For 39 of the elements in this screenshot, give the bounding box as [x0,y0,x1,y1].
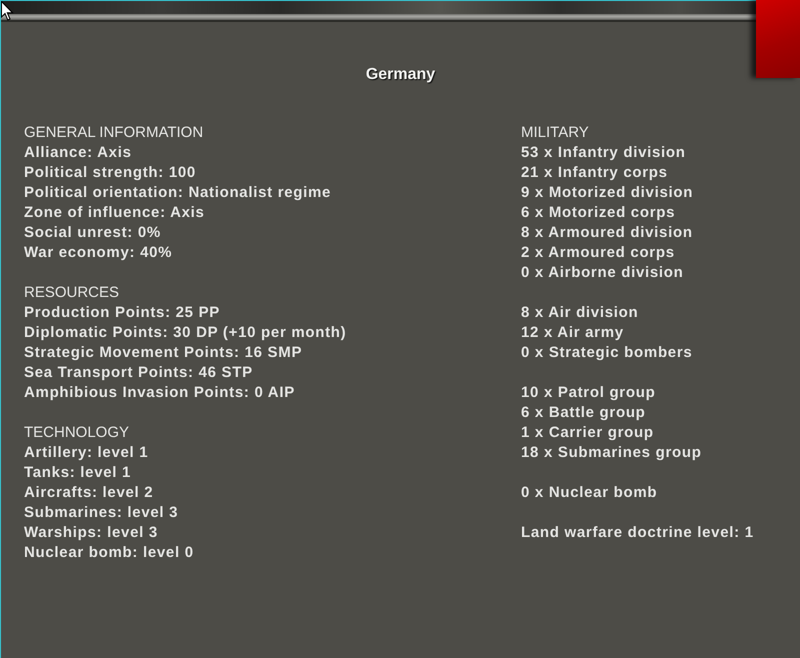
info-line: Submarines: level 3 [24,503,178,523]
unit-line: 0 x Airborne division [521,263,684,283]
unit-line: 6 x Battle group [521,403,646,423]
unit-line: 1 x Carrier group [521,423,654,443]
unit-line: 0 x Strategic bombers [521,343,692,363]
unit-line: 12 x Air army [521,323,624,343]
section-heading: GENERAL INFORMATION [24,123,204,143]
unit-line: 2 x Armoured corps [521,243,675,263]
info-line: Tanks: level 1 [24,463,132,483]
unit-line: 18 x Submarines group [521,443,702,463]
info-line: Political orientation: Nationalist regime [24,183,332,203]
unit-line: 6 x Motorized corps [521,203,676,223]
unit-line: 0 x Nuclear bomb [521,483,658,503]
info-line: Production Points: 25 PP [24,303,220,323]
unit-line: 10 x Patrol group [521,383,656,403]
section-heading: MILITARY [521,123,589,143]
unit-line: Land warfare doctrine level: 1 [521,523,754,543]
info-line: Sea Transport Points: 46 STP [24,363,253,383]
info-line: Strategic Movement Points: 16 SMP [24,343,302,363]
info-line: Zone of influence: Axis [24,203,205,223]
section-heading: RESOURCES [24,283,120,303]
info-line: Social unrest: 0% [24,223,161,243]
info-line: Political strength: 100 [24,163,196,183]
info-line: Aircrafts: level 2 [24,483,154,503]
unit-line: 8 x Armoured division [521,223,693,243]
cursor-icon [1,1,14,21]
unit-line: 9 x Motorized division [521,183,694,203]
unit-line: 53 x Infantry division [521,143,686,163]
unit-line: 8 x Air division [521,303,638,323]
section-heading: TECHNOLOGY [24,423,130,443]
info-line: Alliance: Axis [24,143,132,163]
info-line: Amphibious Invasion Points: 0 AIP [24,383,295,403]
info-line: Nuclear bomb: level 0 [24,543,194,563]
info-line: Artillery: level 1 [24,443,148,463]
info-line: Diplomatic Points: 30 DP (+10 per month) [24,323,346,343]
info-line: Warships: level 3 [24,523,158,543]
info-line: War economy: 40% [24,243,172,263]
unit-line: 21 x Infantry corps [521,163,668,183]
page-title: Germany [366,65,436,85]
